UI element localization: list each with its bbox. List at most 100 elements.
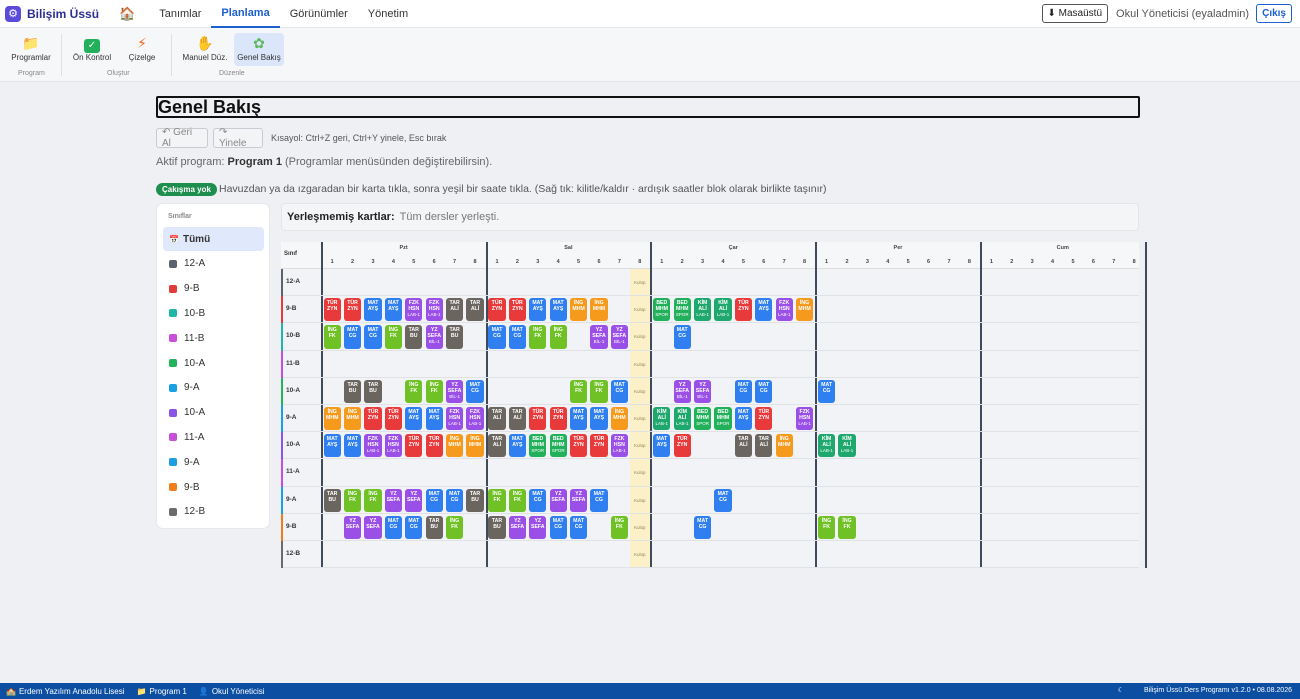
lesson-card[interactable]: MAT CG (445, 488, 464, 512)
lesson-card[interactable]: MAT AYŞ (425, 407, 443, 431)
lesson-card[interactable]: YZ SEFA (529, 515, 547, 539)
lesson-card[interactable]: İNG MHM (590, 298, 608, 322)
lesson-card[interactable]: İNG FK (405, 379, 423, 403)
lesson-card[interactable]: TÜR ZYN (384, 407, 403, 431)
lesson-card[interactable]: BED MHM SPOR (529, 434, 547, 458)
lesson-card[interactable]: MAT CG (384, 515, 403, 539)
lesson-card[interactable]: TÜR ZYN (590, 434, 608, 458)
sidebar-item-11-b[interactable]: 11-B (163, 326, 264, 350)
lesson-card[interactable]: BED MHM SPOR (673, 298, 691, 322)
lesson-card[interactable]: İNG MHM (343, 407, 362, 431)
lesson-card[interactable]: BED MHM SPOR (549, 434, 567, 458)
manual-edit-button[interactable]: ✋ Manuel Düz. (180, 33, 230, 66)
lesson-card[interactable]: TÜR ZYN (673, 434, 691, 458)
sidebar-item-9-a[interactable]: 9-A (163, 376, 264, 400)
lesson-card[interactable]: MAT AYŞ (734, 407, 753, 431)
tab-görünümler[interactable]: Görünümler (280, 0, 358, 28)
lesson-card[interactable]: MAT CG (693, 515, 712, 539)
lesson-card[interactable]: BED MHM SPOR (693, 407, 712, 431)
lesson-card[interactable]: TÜR ZYN (405, 434, 423, 458)
sidebar-item-9-b[interactable]: 9-B (163, 475, 264, 499)
lesson-card[interactable]: FZK HSN LAB-1 (425, 298, 443, 322)
lesson-card[interactable]: YZ SEFA (569, 488, 588, 512)
programs-button[interactable]: 📁 Programlar (8, 33, 54, 66)
lesson-card[interactable]: KİM ALİ LAB-1 (693, 298, 712, 322)
lesson-card[interactable]: KİM ALİ LAB-1 (653, 407, 671, 431)
lesson-card[interactable]: BED MHM SPOR (714, 407, 732, 431)
lesson-card[interactable]: MAT AYŞ (405, 407, 423, 431)
lesson-card[interactable]: MAT CG (364, 325, 382, 349)
lesson-card[interactable]: TAR BU (488, 515, 506, 539)
lesson-card[interactable]: TAR ALİ (488, 407, 506, 431)
moon-icon[interactable]: ☾ (1118, 687, 1124, 694)
lesson-card[interactable]: MAT AYŞ (364, 298, 382, 322)
lesson-card[interactable]: MAT CG (508, 325, 527, 349)
lesson-card[interactable]: MAT AYŞ (755, 298, 773, 322)
lesson-card[interactable]: TAR BU (425, 515, 443, 539)
lesson-card[interactable]: MAT AYŞ (529, 298, 547, 322)
lesson-card[interactable]: FZK HSN LAB-1 (775, 298, 793, 322)
lesson-card[interactable]: YZ SEFA (405, 488, 423, 512)
tab-tanımlar[interactable]: Tanımlar (149, 0, 211, 28)
lesson-card[interactable]: MAT CG (549, 515, 567, 539)
sidebar-item-tümü[interactable]: 📅 Tümü (163, 227, 264, 251)
lesson-card[interactable]: TÜR ZYN (755, 407, 773, 431)
lesson-card[interactable]: MAT CG (734, 379, 753, 403)
lesson-card[interactable]: YZ SEFA BİL-1 (693, 379, 712, 403)
lesson-card[interactable]: MAT CG (590, 488, 608, 512)
lesson-card[interactable]: MAT AYŞ (384, 298, 403, 322)
lesson-card[interactable]: TÜR ZYN (508, 298, 527, 322)
lesson-card[interactable]: İNG FK (549, 325, 567, 349)
lesson-card[interactable]: KİM ALİ LAB-1 (817, 434, 836, 458)
lesson-card[interactable]: MAT CG (425, 488, 443, 512)
lesson-card[interactable]: MAT AYŞ (590, 407, 608, 431)
lesson-card[interactable]: TÜR ZYN (734, 298, 753, 322)
unplaced-pool[interactable]: Yerleşmemiş kartlar: Tüm dersler yerleşti… (281, 203, 1139, 231)
lesson-card[interactable]: MAT CG (569, 515, 588, 539)
lesson-card[interactable]: TAR ALİ (734, 434, 753, 458)
lesson-card[interactable]: TAR BU (364, 379, 382, 403)
lesson-card[interactable]: TÜR ZYN (549, 407, 567, 431)
lesson-card[interactable]: İNG MHM (610, 407, 629, 431)
lesson-card[interactable]: İNG FK (590, 379, 608, 403)
lesson-card[interactable]: MAT CG (673, 325, 691, 349)
lesson-card[interactable]: MAT CG (817, 379, 836, 403)
lesson-card[interactable]: İNG FK (445, 515, 464, 539)
overview-button[interactable]: ✿ Genel Bakış (234, 33, 284, 66)
lesson-card[interactable]: YZ SEFA BİL-1 (445, 379, 464, 403)
lesson-card[interactable]: İNG FK (323, 325, 341, 349)
lesson-card[interactable]: TAR ALİ (445, 298, 464, 322)
lesson-card[interactable]: MAT AYŞ (343, 434, 362, 458)
lesson-card[interactable]: İNG FK (817, 515, 836, 539)
tab-yönetim[interactable]: Yönetim (358, 0, 418, 28)
lesson-card[interactable]: TÜR ZYN (425, 434, 443, 458)
lesson-card[interactable]: İNG MHM (795, 298, 814, 322)
lesson-card[interactable]: FZK HSN LAB-1 (445, 407, 464, 431)
lesson-card[interactable]: FZK HSN LAB-1 (610, 434, 629, 458)
lesson-card[interactable]: YZ SEFA BİL-1 (673, 379, 691, 403)
lesson-card[interactable]: YZ SEFA (508, 515, 527, 539)
page-title[interactable]: Genel Bakış (156, 96, 1140, 118)
lesson-card[interactable]: MAT CG (343, 325, 362, 349)
lesson-card[interactable]: BED MHM SPOR (653, 298, 671, 322)
desktop-button[interactable]: ⬇ Masaüstü (1041, 4, 1109, 23)
lesson-card[interactable]: YZ SEFA (384, 488, 403, 512)
sidebar-item-9-b[interactable]: 9-B (163, 277, 264, 301)
lesson-card[interactable]: İNG FK (838, 515, 856, 539)
lesson-card[interactable]: TAR ALİ (466, 298, 484, 322)
lesson-card[interactable]: İNG MHM (445, 434, 464, 458)
lesson-card[interactable]: MAT CG (529, 488, 547, 512)
sidebar-item-11-a[interactable]: 11-A (163, 425, 264, 449)
lesson-card[interactable]: TAR BU (323, 488, 341, 512)
lesson-card[interactable]: TÜR ZYN (323, 298, 341, 322)
lesson-card[interactable]: İNG FK (343, 488, 362, 512)
lesson-card[interactable]: YZ SEFA (549, 488, 567, 512)
lesson-card[interactable]: TAR BU (405, 325, 423, 349)
lesson-card[interactable]: İNG MHM (569, 298, 588, 322)
lesson-card[interactable]: İNG FK (569, 379, 588, 403)
redo-button[interactable]: ↷ Yinele (213, 127, 263, 149)
tab-planlama[interactable]: Planlama (211, 0, 280, 28)
lesson-card[interactable]: YZ SEFA (343, 515, 362, 539)
lesson-card[interactable]: YZ SEFA BİL-1 (610, 325, 629, 349)
home-icon[interactable]: 🏠 (119, 6, 135, 22)
